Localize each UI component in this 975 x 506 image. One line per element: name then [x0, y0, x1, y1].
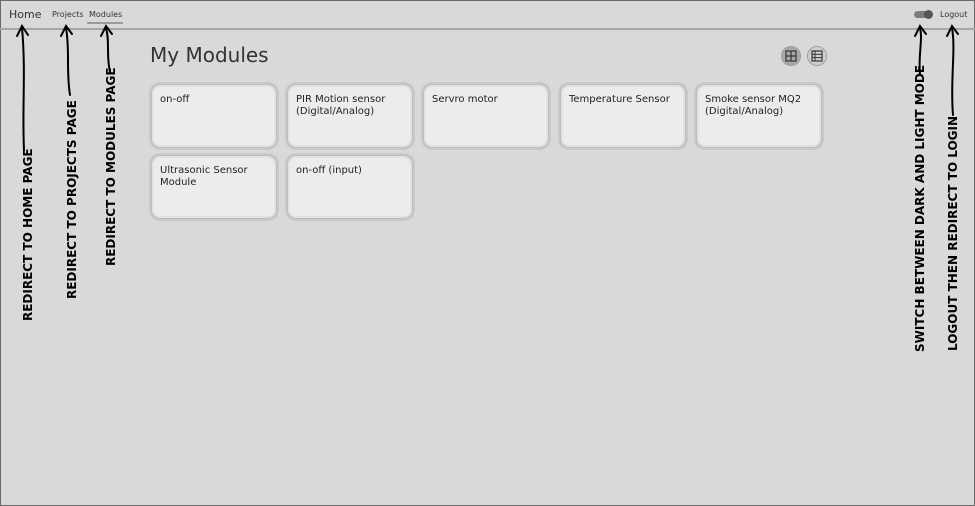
annotation-arrows: [16, 24, 959, 151]
annotation-home: REDIRECT TO HOME PAGE: [21, 148, 35, 321]
annotation-projects: REDIRECT TO PROJECTS PAGE: [65, 100, 79, 299]
annotation-theme: SWITCH BETWEEN DARK AND LIGHT MODE: [913, 64, 927, 352]
annotation-modules: REDIRECT TO MODULES PAGE: [104, 67, 118, 266]
annotation-logout: LOGOUT THEN REDIRECT TO LOGIN: [946, 115, 960, 351]
